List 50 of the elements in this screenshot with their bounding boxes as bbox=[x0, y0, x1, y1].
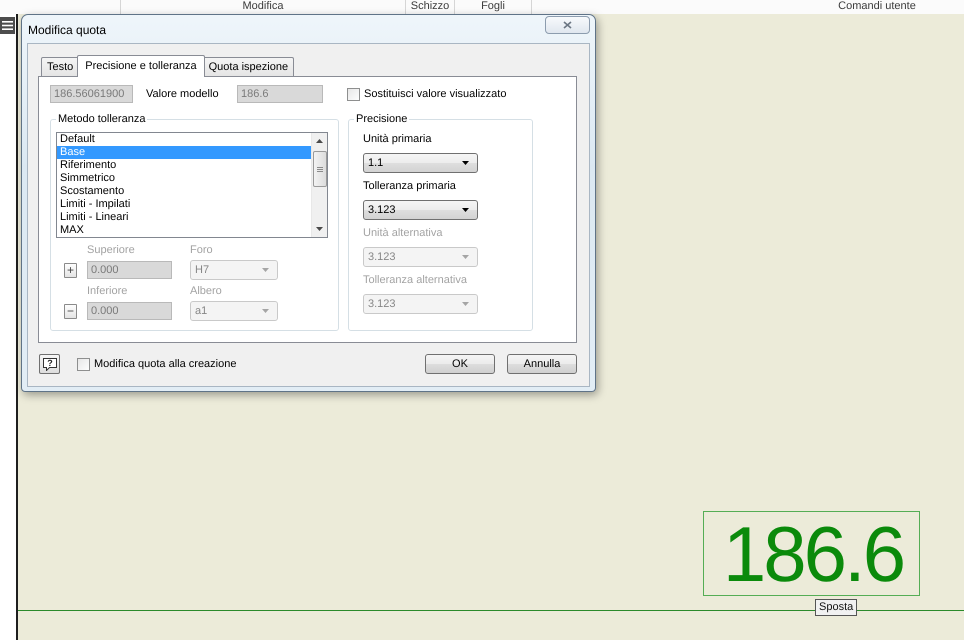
field-label: Unità alternativa bbox=[363, 227, 442, 240]
dialog-button[interactable]: OK bbox=[425, 354, 495, 374]
list-item[interactable]: Simmetrico bbox=[57, 172, 311, 185]
checkbox[interactable] bbox=[77, 358, 90, 370]
close-icon bbox=[563, 21, 572, 29]
list-item[interactable]: Default bbox=[57, 133, 311, 146]
dialog-title: Modifica quota bbox=[28, 23, 106, 37]
dialog-button[interactable]: Annulla bbox=[507, 354, 577, 374]
help-icon: ? bbox=[42, 358, 56, 370]
caret-icon bbox=[262, 309, 269, 313]
ribbon-panel-label: Modifica bbox=[242, 0, 284, 12]
caret-icon bbox=[262, 268, 269, 272]
dimension-text[interactable]: 186.6 bbox=[703, 511, 920, 596]
grip-icon bbox=[316, 166, 322, 172]
field-label: Tolleranza alternativa bbox=[363, 274, 467, 287]
dropdown[interactable]: 3.123 bbox=[363, 200, 478, 220]
scroll-up-arrow-icon[interactable] bbox=[316, 139, 323, 143]
ribbon-panel-label: Schizzo bbox=[410, 0, 450, 12]
tab[interactable]: Quota ispezione bbox=[202, 57, 294, 76]
caret-icon bbox=[462, 255, 469, 259]
field-label: Inferiore bbox=[87, 285, 128, 298]
field-label: Tolleranza primaria bbox=[363, 180, 456, 193]
help-button[interactable]: ? bbox=[39, 354, 60, 374]
checkbox[interactable] bbox=[347, 88, 360, 100]
checkbox-label: Modifica quota alla creazione bbox=[94, 358, 236, 370]
menu-icon[interactable] bbox=[0, 17, 15, 34]
tooltip: Sposta bbox=[815, 599, 858, 616]
caret-icon bbox=[462, 302, 469, 306]
list-item[interactable]: MAX bbox=[57, 224, 311, 237]
close-button[interactable] bbox=[545, 16, 590, 34]
field-label: Albero bbox=[190, 285, 222, 298]
list-item[interactable]: Limiti - Impilati bbox=[57, 198, 311, 211]
field-label: Superiore bbox=[87, 244, 135, 257]
caret-icon bbox=[462, 208, 469, 212]
tab[interactable]: Testo bbox=[41, 57, 80, 76]
list-item[interactable]: Limiti - Lineari bbox=[57, 211, 311, 224]
field-label: Valore modello bbox=[146, 88, 220, 100]
ribbon-panel-label: Comandi utente bbox=[838, 0, 916, 12]
checkbox-label: Sostituisci valore visualizzato bbox=[364, 88, 506, 100]
list-item[interactable]: Scostamento bbox=[57, 185, 311, 198]
field-label: Unità primaria bbox=[363, 133, 432, 146]
field-label: Foro bbox=[190, 244, 213, 257]
dropdown[interactable]: 1.1 bbox=[363, 153, 478, 173]
list-item[interactable]: Riferimento bbox=[57, 159, 311, 172]
scroll-down-arrow-icon[interactable] bbox=[316, 227, 323, 231]
caret-icon bbox=[462, 161, 469, 165]
tab[interactable]: Precisione e tolleranza bbox=[77, 55, 205, 77]
scrollbar[interactable] bbox=[311, 133, 327, 237]
ribbon-panel-label: Fogli bbox=[481, 0, 505, 12]
scrollbar-thumb[interactable] bbox=[312, 151, 326, 187]
